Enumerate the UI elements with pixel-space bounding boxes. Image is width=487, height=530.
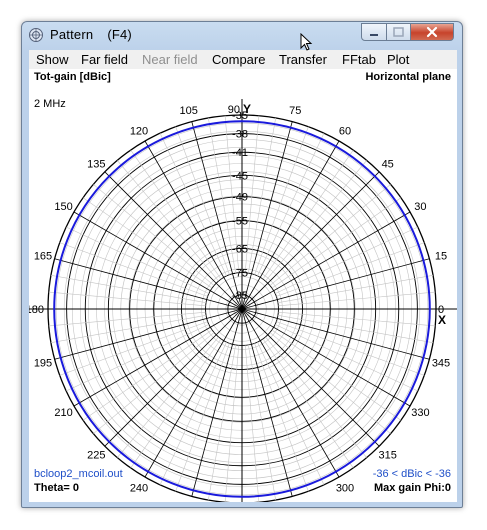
- grid-spoke: [277, 315, 434, 343]
- grid-spoke: [93, 184, 215, 286]
- window-title: Pattern (F4): [50, 27, 132, 42]
- menu-compare[interactable]: Compare: [212, 52, 265, 67]
- menu-far-field[interactable]: Far field: [81, 52, 128, 67]
- mouse-cursor-icon: [300, 33, 313, 51]
- window-title-text: Pattern: [50, 27, 94, 42]
- angle-label: 120: [130, 126, 148, 138]
- grid-spoke: [269, 332, 391, 434]
- plot-area: 0153045607590105120135150165180195210225…: [29, 69, 457, 502]
- grid-spoke-major: [241, 258, 430, 310]
- db-label: -65: [232, 244, 248, 256]
- minimize-icon: [370, 34, 378, 36]
- grid-spoke-major: [191, 308, 243, 497]
- grid-spoke: [50, 275, 207, 303]
- quantity-label: Tot-gain [dBic]: [34, 71, 111, 83]
- grid-spoke-major: [54, 258, 243, 310]
- db-label: -49: [232, 192, 248, 204]
- grid-spoke: [265, 336, 367, 458]
- title-bar[interactable]: Pattern (F4): [22, 22, 462, 48]
- angle-label: 15: [435, 251, 447, 263]
- grid-spoke: [265, 160, 367, 282]
- angle-label: 195: [34, 357, 52, 369]
- grid-spoke: [50, 315, 207, 343]
- db-label: -41: [232, 147, 248, 159]
- max-gain-label: Max gain Phi:0: [373, 482, 451, 494]
- theta-label: Theta= 0: [34, 482, 79, 494]
- angle-label: 105: [180, 105, 198, 117]
- db-label: -38: [232, 129, 248, 141]
- angle-label: 165: [34, 251, 52, 263]
- db-label: -45: [232, 170, 248, 182]
- x-axis-marker: X: [438, 313, 446, 327]
- menu-transfer[interactable]: Transfer: [279, 52, 327, 67]
- grid-spoke: [269, 184, 391, 286]
- menu-show[interactable]: Show: [36, 52, 69, 67]
- angle-label: 45: [382, 158, 394, 170]
- grid-spoke-major: [241, 121, 293, 310]
- close-button[interactable]: [410, 23, 454, 41]
- range-label: -36 < dBic < -36: [372, 468, 451, 480]
- menu-fftab[interactable]: FFtab: [342, 52, 376, 67]
- grid-spoke: [248, 117, 276, 274]
- filename-label: bcloop2_mcoil.out: [34, 468, 123, 480]
- polar-plot: 0153045607590105120135150165180195210225…: [29, 99, 457, 502]
- db-label: -75: [232, 268, 248, 280]
- grid-spoke: [277, 275, 434, 303]
- angle-label: 60: [339, 126, 351, 138]
- grid-spoke-major: [54, 308, 243, 360]
- angle-label: 315: [379, 450, 397, 462]
- maximize-button[interactable]: [386, 23, 411, 41]
- maximize-icon: [393, 27, 404, 37]
- grid-spoke: [93, 332, 215, 434]
- plane-label: Horizontal plane: [365, 71, 451, 83]
- window-shortcut: (F4): [107, 27, 132, 42]
- grid-spoke: [117, 160, 219, 282]
- angle-label: 30: [414, 201, 426, 213]
- menu-plot[interactable]: Plot: [387, 52, 409, 67]
- angle-label: 225: [87, 450, 105, 462]
- angle-label: 180: [29, 304, 44, 316]
- angle-label: 210: [54, 407, 72, 419]
- angle-label: 240: [130, 482, 148, 494]
- pattern-window: Pattern (F4) Show Far field Near field Co…: [21, 21, 463, 508]
- angle-label: 135: [87, 158, 105, 170]
- db-label: -55: [232, 216, 248, 228]
- app-icon: [29, 28, 43, 42]
- menu-bar: Show Far field Near field Compare Transf…: [29, 50, 457, 69]
- db-label: -85: [232, 290, 248, 302]
- angle-label: 150: [54, 201, 72, 213]
- y-axis-marker: Y: [243, 102, 251, 116]
- grid-spoke-major: [241, 308, 430, 360]
- angle-label: 330: [411, 407, 429, 419]
- grid-spoke: [117, 336, 219, 458]
- grid-spoke-major: [241, 308, 293, 497]
- minimize-button[interactable]: [361, 23, 387, 41]
- angle-label: 345: [432, 357, 450, 369]
- grid-spoke: [208, 344, 236, 501]
- frequency-label: 2 MHz: [34, 98, 66, 110]
- angle-label: 75: [289, 105, 301, 117]
- close-icon: [426, 26, 438, 38]
- angle-label: 300: [336, 482, 354, 494]
- menu-near-field[interactable]: Near field: [142, 52, 198, 67]
- grid-spoke: [248, 344, 276, 501]
